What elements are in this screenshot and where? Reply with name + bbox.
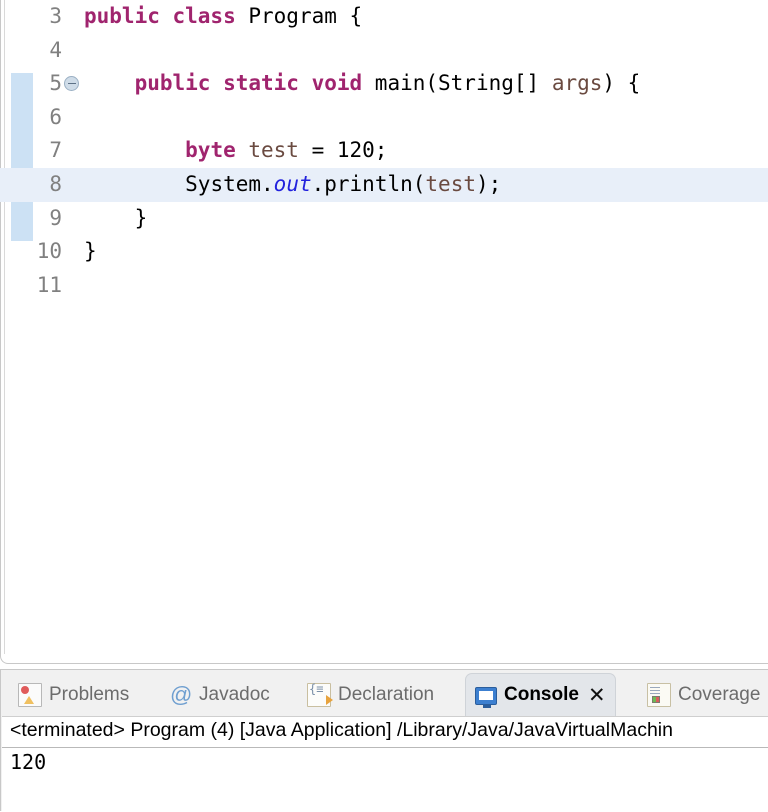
tab-label: Coverage: [678, 683, 761, 705]
line-number-3: 3: [49, 4, 62, 28]
tab-label: Declaration: [338, 683, 435, 705]
code-text-line-3: public class Program {: [84, 0, 362, 34]
bottom-view-stack: Problems @ Javadoc Declaration Console ✕ Cover…: [0, 669, 768, 812]
tab-label: Problems: [49, 683, 130, 705]
coverage-icon: [647, 682, 671, 707]
declaration-icon: [307, 682, 333, 707]
code-token: out: [273, 171, 312, 196]
line-number-8: 8: [49, 171, 62, 196]
problems-icon: [18, 682, 42, 707]
view-tab-bar: Problems @ Javadoc Declaration Console ✕ Cover…: [1, 671, 768, 716]
console-header-separator: [2, 747, 768, 748]
code-token: }: [84, 239, 97, 264]
code-token: byte: [185, 138, 249, 163]
code-token: = 120;: [298, 138, 388, 163]
code-token: Program {: [248, 4, 363, 28]
fold-collapse-icon[interactable]: [64, 76, 79, 92]
code-token: );: [475, 171, 502, 196]
code-text-line-9: }: [84, 202, 148, 236]
code-line-8[interactable]: 8 System.out.println(test);: [0, 167, 768, 202]
code-token: args: [551, 71, 603, 96]
code-line-3[interactable]: 3 public class Program {: [0, 0, 768, 34]
code-line-10[interactable]: 10}: [0, 235, 768, 269]
code-line-7[interactable]: 7 byte test = 120;: [0, 134, 768, 168]
code-line-9[interactable]: 9 }: [0, 202, 768, 236]
tab-problems[interactable]: Problems: [9, 674, 138, 715]
fold-minus-glyph: [67, 82, 76, 85]
close-icon[interactable]: ✕: [588, 684, 606, 706]
code-text-line-5: public static void main(String[] args) {: [84, 67, 641, 101]
tab-console[interactable]: Console ✕: [465, 673, 616, 716]
line-number-6: 6: [49, 104, 62, 129]
code-token: .println(: [311, 171, 426, 196]
line-number-11: 11: [36, 272, 62, 297]
line-number-5: 5: [49, 71, 62, 96]
javadoc-at-icon: @: [170, 681, 193, 707]
line-number-4: 4: [49, 37, 62, 62]
code-line-4[interactable]: 4: [0, 34, 768, 68]
code-line-6[interactable]: 6: [0, 101, 768, 135]
code-token: public static void: [134, 71, 375, 96]
line-number-10: 10: [36, 239, 62, 264]
line-number-7: 7: [49, 138, 62, 163]
code-text-line-7: byte test = 120;: [84, 134, 387, 168]
code-text-line-8: System.out.println(test);: [84, 168, 501, 202]
code-token: public class: [84, 4, 249, 28]
code-token: ) {: [602, 71, 641, 96]
code-line-5[interactable]: 5 public static void main(String[] args)…: [0, 67, 768, 101]
code-token: test: [425, 171, 476, 196]
code-token: }: [84, 205, 148, 230]
line-number-9: 9: [49, 205, 62, 230]
console-view[interactable]: <terminated> Program (4) [Java Applicati…: [2, 716, 768, 812]
code-token: System.: [185, 171, 274, 196]
tab-javadoc[interactable]: @ Javadoc: [161, 674, 279, 715]
code-text-line-10: }: [84, 235, 97, 269]
code-line-11[interactable]: 11: [0, 269, 768, 303]
console-output-text: 120: [10, 750, 47, 774]
console-launch-header: <terminated> Program (4) [Java Applicati…: [10, 719, 673, 741]
tab-declaration[interactable]: Declaration: [298, 674, 443, 715]
code-token: test: [248, 138, 299, 163]
tab-label: Javadoc: [199, 683, 270, 705]
code-editor-text-area[interactable]: 3 public class Program { 4 5 public static …: [0, 0, 768, 655]
console-icon: [475, 686, 497, 708]
tab-label: Console: [504, 684, 579, 705]
code-token: main(String[]: [374, 71, 552, 96]
tab-coverage[interactable]: Coverage: [638, 674, 768, 715]
